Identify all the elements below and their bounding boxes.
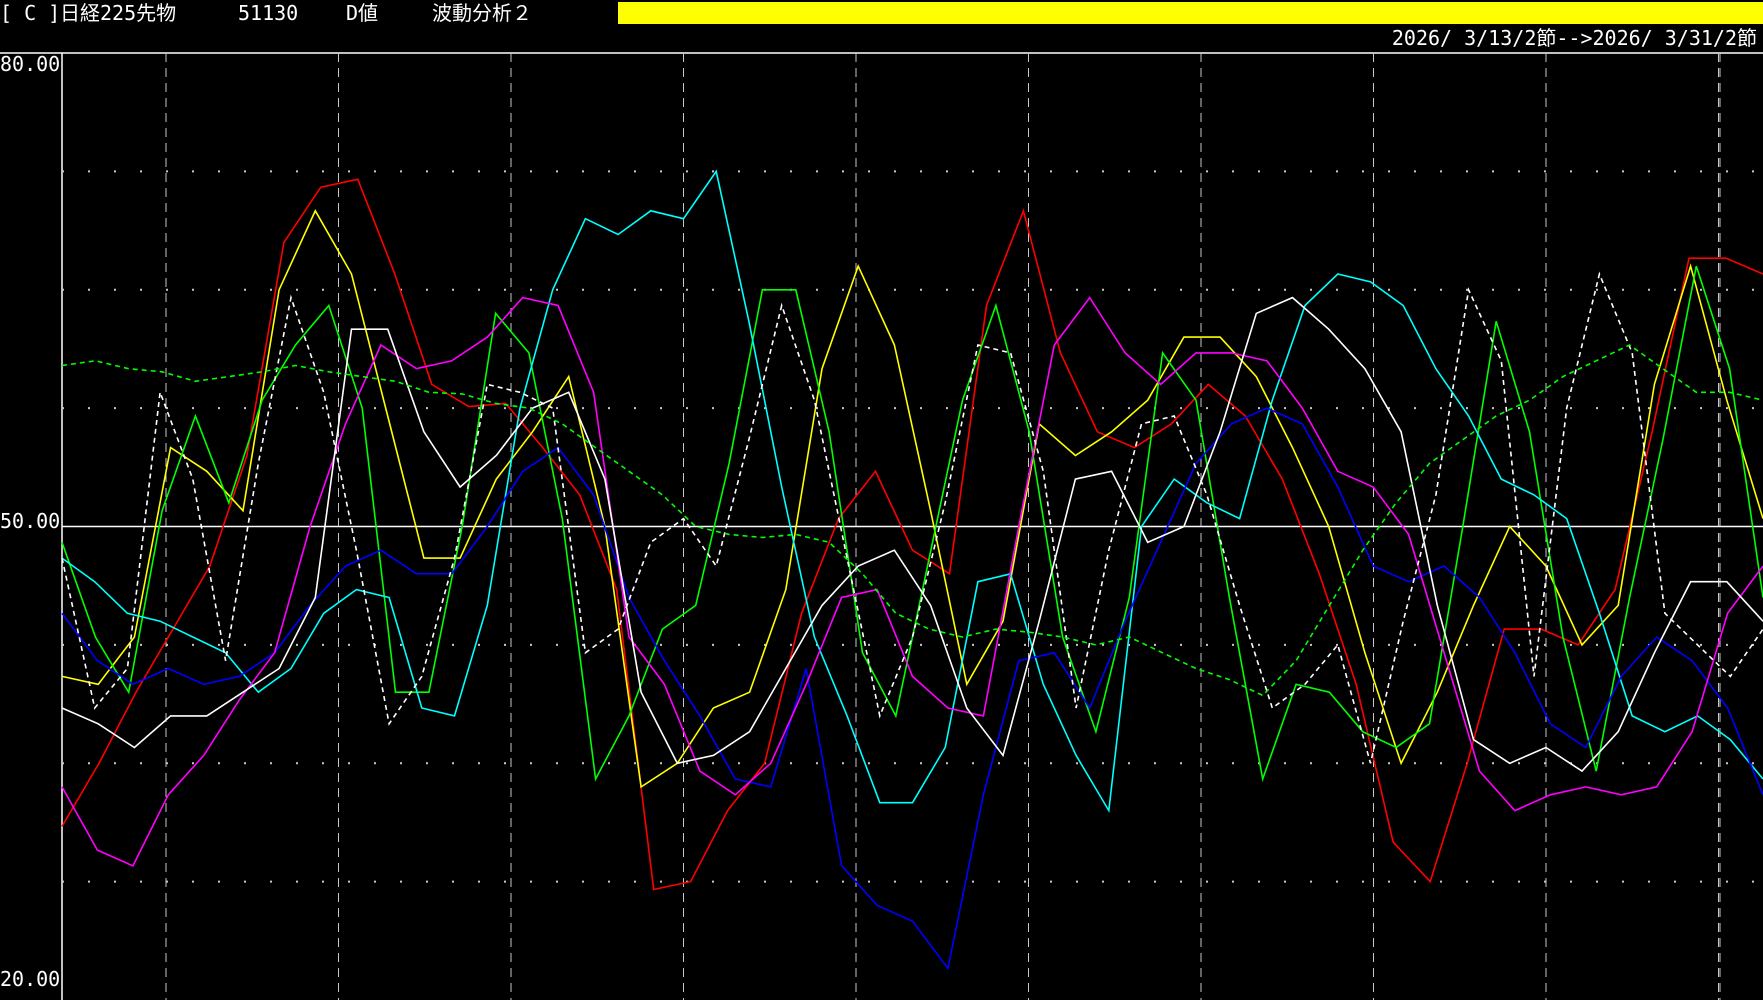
series-line-4 xyxy=(61,407,1763,971)
series-line-3 xyxy=(61,169,1763,814)
series-line-1 xyxy=(61,209,1763,789)
series-line-7 xyxy=(61,271,1763,764)
series-line-6 xyxy=(61,296,1763,773)
wave-chart xyxy=(0,52,1763,1000)
series-line-0 xyxy=(61,178,1763,891)
series-line-2 xyxy=(61,265,1763,783)
